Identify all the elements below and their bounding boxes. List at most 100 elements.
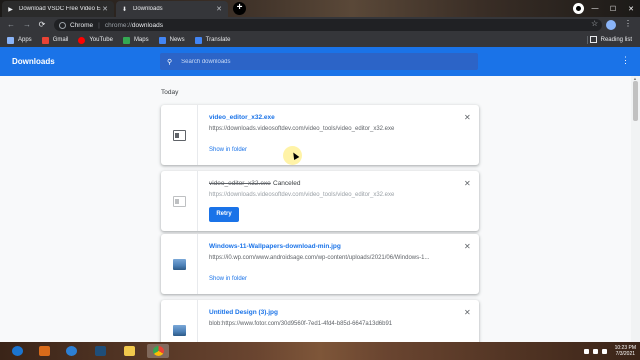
clock-date: 7/3/2021 (615, 351, 636, 357)
file-name-link[interactable]: video_editor_x32.exe (209, 114, 275, 121)
page-title: Downloads (12, 57, 55, 66)
file-url[interactable]: https://downloads.videosoftdev.com/video… (209, 126, 394, 132)
close-icon[interactable]: ✕ (215, 5, 223, 13)
youtube-icon (78, 36, 86, 44)
bookmark-news[interactable]: News (158, 36, 185, 44)
record-icon[interactable] (573, 3, 584, 14)
clock[interactable]: 10:23 PM 7/3/2021 (615, 345, 636, 357)
bookmark-gmail[interactable]: Gmail (41, 36, 69, 44)
separator: | (98, 21, 100, 29)
reading-list-icon (589, 36, 597, 43)
taskbar-ie[interactable] (60, 344, 82, 358)
vsdc-taskbar-icon (94, 346, 106, 356)
close-window-icon[interactable]: ✕ (622, 5, 640, 13)
downloads-list: Today video_editor_x32.exe https://downl… (0, 76, 640, 342)
scrollbar[interactable]: ▲ (631, 76, 640, 342)
download-item: video_editor_x32.exe Canceled https://do… (161, 171, 479, 231)
file-icon-column (161, 171, 198, 231)
start-icon (11, 346, 23, 356)
file-url[interactable]: https://i0.wp.com/www.androidsage.com/wp… (209, 255, 429, 261)
search-input[interactable] (181, 58, 462, 65)
divider (587, 36, 588, 44)
bookmark-translate[interactable]: Translate (194, 36, 231, 44)
file-url: https://downloads.videosoftdev.com/video… (209, 192, 395, 198)
address-bar[interactable]: Chrome | chrome:// downloads (54, 19, 602, 31)
minimize-icon[interactable]: — (586, 5, 604, 12)
exe-file-icon (172, 195, 186, 207)
site-label: Chrome (70, 21, 94, 29)
retry-button[interactable]: Retry (209, 207, 239, 222)
back-icon[interactable]: ← (6, 20, 16, 30)
remove-icon[interactable]: ✕ (464, 308, 471, 317)
bookmark-apps[interactable]: Apps (7, 36, 32, 44)
remove-icon[interactable]: ✕ (464, 179, 471, 188)
network-icon[interactable] (592, 348, 598, 354)
show-in-folder-link[interactable]: Show in folder (209, 276, 247, 282)
start-button[interactable] (6, 344, 28, 358)
file-icon-column (161, 300, 198, 342)
bookmark-label: Apps (18, 37, 32, 43)
system-tray: 10:23 PM 7/3/2021 (582, 344, 636, 358)
file-name: video_editor_x32.exe (209, 180, 271, 187)
reading-list-label: Reading list (600, 36, 632, 43)
bookmarks-bar: Apps Gmail YouTube Maps News Translate R… (0, 33, 640, 47)
tab-label: Download VSDC Free Video Edit (19, 6, 101, 12)
forward-icon[interactable]: → (22, 20, 32, 30)
tab-vsdc[interactable]: ▶ Download VSDC Free Video Edit ✕ (2, 1, 114, 17)
bookmark-label: Gmail (52, 37, 69, 43)
maximize-icon[interactable]: ☐ (604, 5, 622, 13)
chrome-menu-icon[interactable]: ⋮ (624, 19, 632, 28)
tab-label: Downloads (133, 6, 163, 12)
gmail-icon (41, 36, 49, 44)
file-url[interactable]: blob:https://www.fotor.com/30d9560f-7ed1… (209, 321, 392, 327)
bookmark-label: News (169, 37, 185, 43)
search-icon: ⚲ (167, 58, 173, 66)
media-icon (38, 346, 50, 356)
chrome-icon (59, 21, 66, 29)
taskbar-media[interactable] (33, 344, 55, 358)
tray-icon[interactable] (583, 348, 589, 354)
image-file-icon (172, 324, 186, 336)
bookmark-star-icon[interactable]: ☆ (591, 19, 598, 28)
more-options-icon[interactable]: ⋮ (621, 55, 630, 66)
close-icon[interactable]: ✕ (101, 5, 109, 13)
taskbar-vsdc[interactable] (89, 344, 111, 358)
file-name-link[interactable]: Untitled Design (3).jpg (209, 309, 278, 316)
file-icon-column (161, 234, 198, 294)
profile-avatar[interactable] (606, 20, 616, 30)
image-file-icon (172, 258, 186, 270)
chrome-taskbar-icon (152, 346, 164, 356)
remove-icon[interactable]: ✕ (464, 242, 471, 251)
reload-icon[interactable]: ⟳ (37, 20, 47, 30)
bookmark-label: Maps (133, 37, 149, 43)
downloads-header: Downloads ⚲ ⋮ (0, 47, 640, 76)
window-controls: — ☐ ✕ (586, 0, 640, 17)
download-item: Untitled Design (3).jpg blob:https://www… (161, 300, 479, 342)
reading-list-button[interactable]: Reading list (589, 36, 632, 43)
apps-icon (7, 36, 14, 44)
download-icon: ⬇ (121, 6, 128, 13)
maps-icon (122, 36, 130, 44)
tab-downloads[interactable]: ⬇ Downloads ✕ (116, 1, 228, 17)
date-section-label: Today (161, 89, 179, 96)
volume-icon[interactable] (601, 348, 607, 354)
bookmark-youtube[interactable]: YouTube (78, 36, 113, 44)
show-in-folder-link[interactable]: Show in folder (209, 147, 247, 153)
ie-icon (65, 346, 77, 356)
scrollbar-thumb[interactable] (633, 81, 638, 121)
translate-icon (194, 36, 202, 44)
bookmark-label: Translate (205, 37, 231, 43)
taskbar-explorer[interactable] (118, 344, 140, 358)
file-name-link[interactable]: Windows-11-Wallpapers-download-min.jpg (209, 243, 341, 250)
vsdc-icon: ▶ (8, 6, 13, 13)
taskbar-chrome[interactable] (147, 344, 169, 358)
download-status: Canceled (273, 180, 301, 187)
new-tab-button[interactable]: + (233, 2, 246, 15)
bookmark-label: YouTube (89, 37, 113, 43)
bookmark-maps[interactable]: Maps (122, 36, 149, 44)
remove-icon[interactable]: ✕ (464, 113, 471, 122)
search-box[interactable]: ⚲ (160, 53, 478, 70)
url-path: downloads (131, 21, 163, 29)
exe-file-icon (172, 129, 186, 141)
url-scheme: chrome:// (104, 21, 132, 29)
